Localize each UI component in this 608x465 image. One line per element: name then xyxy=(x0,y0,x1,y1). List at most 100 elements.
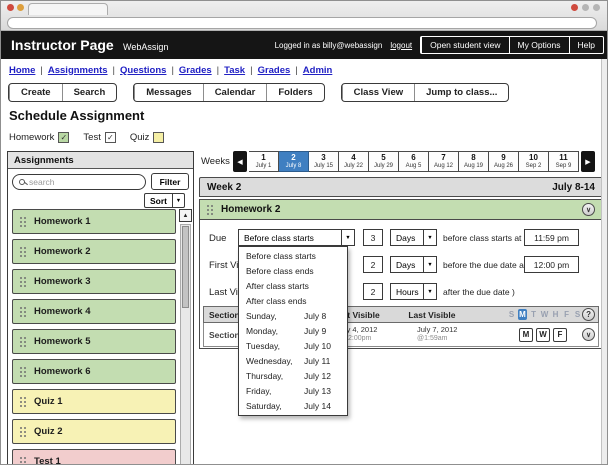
due-unit-select[interactable]: Days ▼ xyxy=(390,229,437,246)
assignments-scrollbar[interactable]: ▲ xyxy=(179,209,192,465)
day-toggle-button[interactable]: M xyxy=(519,328,533,342)
drag-handle-icon[interactable] xyxy=(20,366,27,378)
dropdown-arrow-icon[interactable]: ▼ xyxy=(423,257,436,272)
drag-handle-icon[interactable] xyxy=(207,204,214,216)
assignment-list-item[interactable]: Homework 1 xyxy=(12,209,176,234)
legend-checkbox[interactable]: ✓ xyxy=(105,132,116,143)
week-tab[interactable]: 1 July 1 xyxy=(249,151,279,172)
window-control-icon[interactable] xyxy=(7,4,14,11)
filter-button[interactable]: Filter xyxy=(151,173,189,190)
header-menu-button[interactable]: Open student view xyxy=(421,37,508,53)
header-menu-button[interactable]: My Options xyxy=(509,37,569,53)
day-letter[interactable]: S xyxy=(573,309,582,320)
nav-link[interactable]: Task xyxy=(224,65,245,76)
drag-handle-icon[interactable] xyxy=(20,426,27,438)
browser-tab[interactable] xyxy=(28,3,108,15)
day-toggle-button[interactable]: F xyxy=(553,328,567,342)
search-input[interactable] xyxy=(29,177,139,187)
nav-link[interactable]: Grades xyxy=(179,65,212,76)
dropdown-option[interactable]: Monday, July 9 xyxy=(239,324,347,339)
collapse-chevron-icon[interactable]: ∨ xyxy=(582,203,595,216)
dropdown-option[interactable]: After class starts xyxy=(239,279,347,294)
day-toggle-button[interactable]: W xyxy=(536,328,550,342)
sort-button[interactable]: Sort ▼ xyxy=(144,193,185,208)
nav-link[interactable]: Assignments xyxy=(48,65,108,76)
day-letter[interactable]: F xyxy=(562,309,571,320)
toolbar-button[interactable]: Create xyxy=(9,84,62,101)
assignment-list-item[interactable]: Test 1 xyxy=(12,449,176,465)
dropdown-arrow-icon[interactable]: ▼ xyxy=(423,284,436,299)
weeks-prev-icon[interactable]: ◀ xyxy=(233,151,247,172)
week-tab[interactable]: 9 Aug 26 xyxy=(489,151,519,172)
day-letter[interactable]: T xyxy=(529,309,538,320)
logout-link[interactable]: logout xyxy=(390,41,412,50)
toolbar-button[interactable]: Messages xyxy=(134,84,202,101)
toolbar-button[interactable]: Folders xyxy=(266,84,323,101)
dropdown-option[interactable]: Before class starts xyxy=(239,249,347,264)
due-when-select[interactable]: Before class starts ▼ xyxy=(238,229,355,246)
drag-handle-icon[interactable] xyxy=(20,456,27,465)
first-visible-unit-select[interactable]: Days ▼ xyxy=(390,256,437,273)
week-tab[interactable]: 5 July 29 xyxy=(369,151,399,172)
assignment-list-item[interactable]: Quiz 1 xyxy=(12,389,176,414)
drag-handle-icon[interactable] xyxy=(20,216,27,228)
assignment-list-item[interactable]: Homework 2 xyxy=(12,239,176,264)
dropdown-option[interactable]: Saturday, July 14 xyxy=(239,398,347,413)
assignment-editor-header[interactable]: Homework 2 ∨ xyxy=(199,199,603,220)
window-control-icon[interactable] xyxy=(593,4,600,11)
dropdown-arrow-icon[interactable]: ▼ xyxy=(172,194,184,207)
drag-handle-icon[interactable] xyxy=(20,396,27,408)
day-letter[interactable]: M xyxy=(518,309,527,320)
assignment-list-item[interactable]: Homework 6 xyxy=(12,359,176,384)
drag-handle-icon[interactable] xyxy=(20,246,27,258)
legend-checkbox[interactable] xyxy=(153,132,164,143)
week-tab[interactable]: 2 July 8 xyxy=(279,151,309,172)
drag-handle-icon[interactable] xyxy=(20,336,27,348)
dropdown-arrow-icon[interactable]: ▼ xyxy=(341,230,354,245)
scroll-up-icon[interactable]: ▲ xyxy=(179,209,192,222)
page-scrollbar[interactable] xyxy=(601,59,607,464)
dropdown-option[interactable]: After class ends xyxy=(239,294,347,309)
address-bar[interactable] xyxy=(7,17,597,29)
help-icon[interactable]: ? xyxy=(582,308,595,321)
window-control-icon[interactable] xyxy=(17,4,24,11)
window-control-icon[interactable] xyxy=(582,4,589,11)
nav-link[interactable]: Questions xyxy=(120,65,166,76)
weeks-next-icon[interactable]: ▶ xyxy=(581,151,595,172)
assignment-list-item[interactable]: Quiz 2 xyxy=(12,419,176,444)
week-tab[interactable]: 8 Aug 19 xyxy=(459,151,489,172)
legend-checkbox[interactable]: ✓ xyxy=(58,132,69,143)
nav-link[interactable]: Admin xyxy=(303,65,333,76)
expand-chevron-icon[interactable]: ∨ xyxy=(582,328,595,341)
last-visible-offset-input[interactable]: 2 xyxy=(363,283,383,300)
assignment-list-item[interactable]: Homework 4 xyxy=(12,299,176,324)
week-tab[interactable]: 7 Aug 12 xyxy=(429,151,459,172)
week-tab[interactable]: 6 Aug 5 xyxy=(399,151,429,172)
day-letter[interactable]: W xyxy=(540,309,549,320)
dropdown-option[interactable]: Wednesday, July 11 xyxy=(239,353,347,368)
dropdown-option[interactable]: Friday, July 13 xyxy=(239,383,347,398)
due-offset-input[interactable]: 3 xyxy=(363,229,383,246)
toolbar-button[interactable]: Jump to class... xyxy=(414,84,508,101)
dropdown-option[interactable]: Before class ends xyxy=(239,264,347,279)
last-visible-unit-select[interactable]: Hours ▼ xyxy=(390,283,437,300)
toolbar-button[interactable]: Class View xyxy=(342,84,414,101)
dropdown-option[interactable]: Sunday, July 8 xyxy=(239,309,347,324)
scrollbar-track[interactable] xyxy=(180,224,191,465)
scrollbar-thumb[interactable] xyxy=(182,226,189,308)
header-menu-button[interactable]: Help xyxy=(569,37,603,53)
due-time-input[interactable]: 11:59 pm xyxy=(524,229,579,246)
drag-handle-icon[interactable] xyxy=(20,276,27,288)
week-tab[interactable]: 10 Sep 2 xyxy=(519,151,549,172)
dropdown-option[interactable]: Tuesday, July 10 xyxy=(239,338,347,353)
nav-link[interactable]: Grades xyxy=(258,65,291,76)
assignment-list-item[interactable]: Homework 3 xyxy=(12,269,176,294)
week-tab[interactable]: 4 July 22 xyxy=(339,151,369,172)
toolbar-button[interactable]: Search xyxy=(62,84,117,101)
week-tab[interactable]: 3 July 15 xyxy=(309,151,339,172)
search-box[interactable] xyxy=(12,174,146,190)
drag-handle-icon[interactable] xyxy=(20,306,27,318)
dropdown-option[interactable]: Thursday, July 12 xyxy=(239,368,347,383)
day-letter[interactable]: S xyxy=(507,309,516,320)
toolbar-button[interactable]: Calendar xyxy=(203,84,267,101)
